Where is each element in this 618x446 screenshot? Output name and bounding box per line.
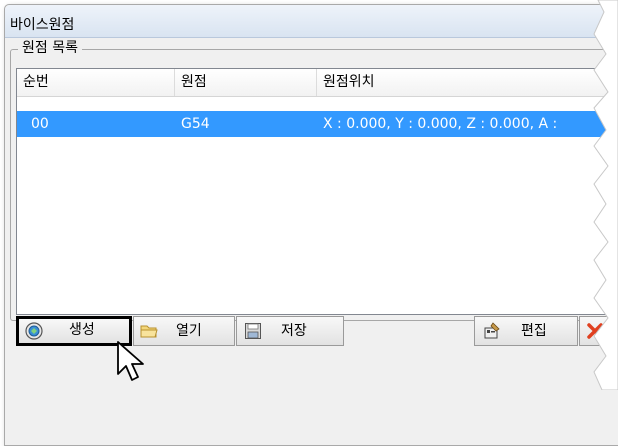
create-icon [25, 322, 43, 340]
origin-list[interactable]: 순번 원점 원점위치 00 G54 X : 0.000, Y : 0.000, … [16, 68, 618, 315]
row-origin: G54 [181, 116, 210, 132]
create-button[interactable]: 생성 [16, 316, 132, 346]
title-bar[interactable]: 바이스원점 [5, 5, 618, 38]
window-title: 바이스원점 [10, 17, 75, 33]
create-button-label: 생성 [69, 322, 95, 338]
group-label: 원점 목록 [18, 39, 82, 57]
list-header: 순번 원점 원점위치 [17, 69, 618, 97]
edit-button[interactable]: 편집 [474, 316, 578, 346]
mouse-cursor-icon [117, 341, 144, 381]
edit-button-label: 편집 [521, 323, 547, 339]
open-button-label: 열기 [176, 323, 202, 339]
column-header-index[interactable]: 순번 [17, 69, 175, 96]
column-header-position[interactable]: 원점위치 [317, 69, 618, 96]
row-index: 00 [31, 116, 49, 132]
torn-edge [593, 0, 618, 390]
row-position: X : 0.000, Y : 0.000, Z : 0.000, A : [323, 116, 558, 132]
edit-icon [484, 322, 500, 339]
button-bar: 생성 열기 저장 편집 [0, 316, 618, 352]
column-header-origin[interactable]: 원점 [175, 69, 317, 96]
open-button[interactable]: 열기 [133, 316, 235, 346]
save-button-label: 저장 [281, 323, 307, 339]
disk-icon [245, 323, 261, 339]
save-button[interactable]: 저장 [236, 316, 344, 346]
folder-icon [140, 325, 158, 338]
table-row[interactable]: 00 G54 X : 0.000, Y : 0.000, Z : 0.000, … [17, 111, 618, 137]
